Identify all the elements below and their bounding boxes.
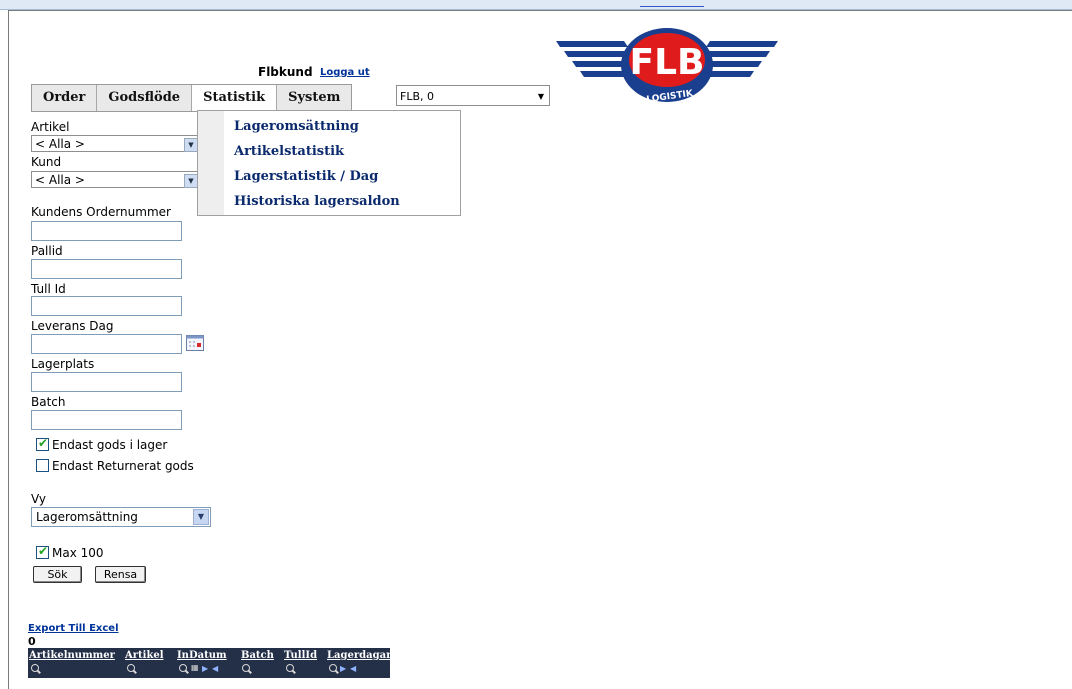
statistik-dropdown: Lageromsättning Artikelstatistik Lagerst… [197,110,461,216]
batch-input[interactable] [31,410,182,430]
max100-checkbox[interactable]: ✔ [36,544,49,559]
logged-in-user: Flbkund [258,65,313,79]
col-indatum[interactable]: InDatum [177,650,227,661]
ordernummer-label: Kundens Ordernummer [31,205,171,219]
endast-lager-checkbox[interactable]: ✔ [36,436,49,451]
menu-item-historiska-lagersaldon[interactable]: Historiska lagersaldon [234,194,400,209]
vy-label: Vy [31,492,46,506]
dropdown-gutter [198,111,224,215]
col-batch[interactable]: Batch [241,650,274,661]
menu-item-artikelstatistik[interactable]: Artikelstatistik [234,144,344,159]
kund-select-value: < Alla > [35,173,85,187]
lagerplats-label: Lagerplats [31,357,95,371]
menu-system[interactable]: System [277,85,351,111]
search-icon[interactable] [286,664,294,672]
client-select[interactable]: FLB, 0 ▼ [396,85,550,106]
batch-label: Batch [31,395,66,409]
sort-asc-icon[interactable]: ▶ [202,664,208,673]
kund-label: Kund [31,155,62,169]
client-select-value: FLB, 0 [400,90,434,103]
tullid-input[interactable] [31,296,182,316]
pallid-label: Pallid [31,244,63,258]
tullid-label: Tull Id [31,282,66,296]
col-artikel[interactable]: Artikel [125,650,164,661]
search-icon[interactable] [31,664,39,672]
endast-retur-checkbox[interactable] [36,459,49,472]
vy-select[interactable]: Lageromsättning ▼ [31,507,211,527]
menu-godsflode[interactable]: Godsflöde [97,85,193,111]
col-lagerdagar[interactable]: Lagerdagar [327,650,391,661]
sort-desc-icon[interactable]: ◀ [350,664,356,673]
menu-item-lageromsattning[interactable]: Lageromsättning [234,119,359,134]
ordernummer-input[interactable] [31,221,182,241]
sort-desc-icon[interactable]: ◀ [212,664,218,673]
sort-asc-icon[interactable]: ▶ [340,664,346,673]
col-tullid[interactable]: TullId [284,650,317,661]
logo-text: FLB [630,42,705,83]
menu-order[interactable]: Order [32,85,98,111]
menu-statistik[interactable]: Statistik [192,85,278,111]
chevron-down-icon: ▼ [184,174,198,188]
menu-item-lagerstatistik-dag[interactable]: Lagerstatistik / Dag [234,169,378,184]
pallid-input[interactable] [31,259,182,279]
checkmark-icon: ✔ [38,544,49,558]
export-excel-link[interactable]: Export Till Excel [28,623,119,634]
result-count: 0 [28,635,36,648]
browser-info-bar [0,0,1072,10]
search-icon[interactable] [242,664,250,672]
chevron-down-icon: ▼ [193,509,209,525]
leverans-input[interactable] [31,334,182,354]
artikel-label: Artikel [31,120,70,134]
calendar-icon[interactable]: ▦ [191,663,199,672]
vy-select-value: Lageromsättning [36,510,138,524]
checkmark-icon: ✔ [38,436,49,450]
flb-logo: FLB LOGISTIK [556,28,778,105]
endast-lager-label: Endast gods i lager [52,438,168,452]
search-icon[interactable] [329,664,337,672]
clear-button[interactable]: Rensa [95,566,146,583]
max100-label: Max 100 [52,546,104,560]
main-menu: Order Godsflöde Statistik System [31,84,353,112]
kund-select[interactable]: < Alla > ▼ [31,171,201,188]
col-artikelnummer[interactable]: Artikelnummer [29,650,115,661]
search-icon[interactable] [179,664,187,672]
artikel-select-value: < Alla > [35,137,85,151]
search-button[interactable]: Sök [33,566,82,583]
chevron-down-icon: ▼ [537,92,544,101]
leverans-label: Leverans Dag [31,319,114,333]
lagerplats-input[interactable] [31,372,182,392]
logout-link[interactable]: Logga ut [320,67,370,78]
calendar-icon[interactable] [186,335,204,351]
info-bar-link[interactable] [640,0,704,7]
chevron-down-icon: ▼ [184,138,198,152]
search-icon[interactable] [127,664,135,672]
artikel-select[interactable]: < Alla > ▼ [31,135,201,152]
results-grid-header: Artikelnummer Artikel InDatum ▦ ▶ ◀ Batc… [28,648,391,678]
endast-retur-label: Endast Returnerat gods [52,459,194,473]
